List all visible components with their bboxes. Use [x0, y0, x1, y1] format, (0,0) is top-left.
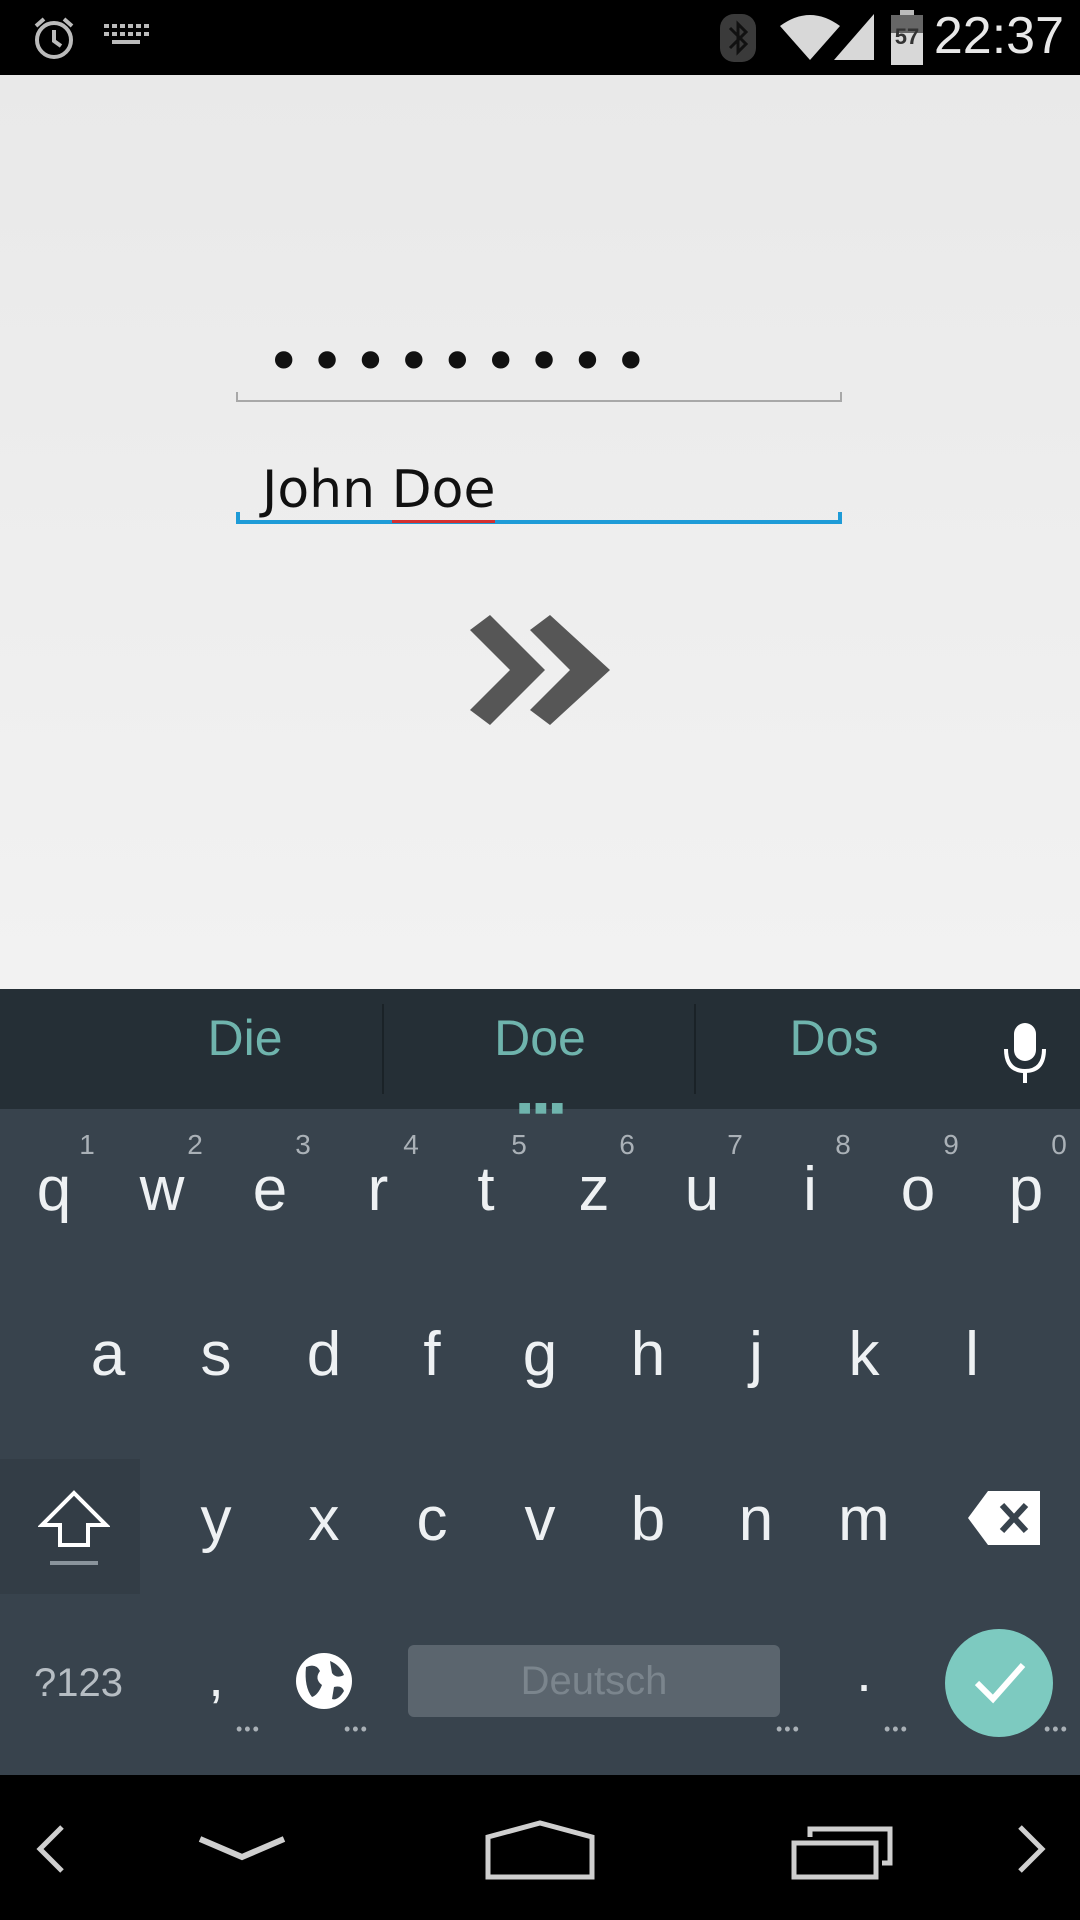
- signal-icon: [834, 14, 874, 60]
- battery-level: 57: [894, 24, 920, 49]
- key-h[interactable]: h: [594, 1319, 702, 1390]
- soft-keyboard: Die Doe Dos ■■■ 1 2 3 4 5 6 7 8 9 0 q w …: [0, 989, 1080, 1775]
- key-i[interactable]: i: [756, 1154, 864, 1225]
- key-comma[interactable]: ,: [162, 1644, 270, 1709]
- globe-icon[interactable]: [294, 1651, 354, 1711]
- back-icon[interactable]: [196, 1831, 288, 1867]
- more-dots: •••: [776, 1719, 801, 1739]
- key-w[interactable]: w: [108, 1154, 216, 1225]
- key-s[interactable]: s: [162, 1319, 270, 1390]
- microphone-icon[interactable]: [1000, 1021, 1050, 1085]
- key-y[interactable]: y: [162, 1484, 270, 1555]
- suggestion-1[interactable]: Die: [145, 1009, 345, 1067]
- key-d[interactable]: d: [270, 1319, 378, 1390]
- key-b[interactable]: b: [594, 1484, 702, 1555]
- checkmark-icon: [974, 1663, 1026, 1704]
- status-bar: 57 22:37: [0, 0, 1080, 75]
- chevron-right-icon[interactable]: [1012, 1823, 1052, 1875]
- key-e[interactable]: e: [216, 1154, 324, 1225]
- name-field[interactable]: John Doe: [236, 450, 842, 524]
- double-chevron-right-icon[interactable]: [460, 605, 620, 755]
- key-u[interactable]: u: [648, 1154, 756, 1225]
- login-screen: ••••••••• John Doe: [0, 75, 1080, 989]
- key-f[interactable]: f: [378, 1319, 486, 1390]
- suggestion-divider: [382, 1004, 384, 1094]
- enter-key[interactable]: [945, 1629, 1053, 1737]
- suggestion-strip: Die Doe Dos ■■■: [0, 989, 1080, 1120]
- more-dots: •••: [884, 1719, 909, 1739]
- symbols-key[interactable]: ?123: [34, 1661, 123, 1706]
- key-q[interactable]: q: [0, 1154, 108, 1225]
- key-x[interactable]: x: [270, 1484, 378, 1555]
- more-dots: •••: [344, 1719, 369, 1739]
- key-c[interactable]: c: [378, 1484, 486, 1555]
- key-v[interactable]: v: [486, 1484, 594, 1555]
- clock: 22:37: [933, 7, 1064, 65]
- key-j[interactable]: j: [702, 1319, 810, 1390]
- key-g[interactable]: g: [486, 1319, 594, 1390]
- suggestion-2[interactable]: Doe: [440, 1009, 640, 1067]
- navigation-bar: [0, 1775, 1080, 1920]
- key-t[interactable]: t: [432, 1154, 540, 1225]
- more-dots: •••: [1044, 1719, 1069, 1739]
- password-value: •••••••••: [266, 327, 657, 397]
- suggestion-more-dots: ■■■: [518, 1095, 567, 1120]
- name-first-word: John: [262, 460, 392, 520]
- space-bar[interactable]: Deutsch: [408, 1645, 780, 1717]
- shift-key[interactable]: [0, 1459, 140, 1594]
- password-field[interactable]: •••••••••: [236, 332, 842, 402]
- key-m[interactable]: m: [810, 1484, 918, 1555]
- keyboard-icon: [104, 24, 149, 44]
- key-p[interactable]: p: [972, 1154, 1080, 1225]
- home-icon[interactable]: [484, 1819, 596, 1881]
- backspace-icon[interactable]: [966, 1489, 1042, 1547]
- key-k[interactable]: k: [810, 1319, 918, 1390]
- key-l[interactable]: l: [918, 1319, 1026, 1390]
- name-misspelled-word: Doe: [391, 460, 496, 523]
- suggestion-divider: [694, 1004, 696, 1094]
- bluetooth-icon: [720, 14, 756, 62]
- key-o[interactable]: o: [864, 1154, 972, 1225]
- key-r[interactable]: r: [324, 1154, 432, 1225]
- alarm-icon: [34, 17, 74, 59]
- shift-icon: [38, 1490, 110, 1565]
- key-z[interactable]: z: [540, 1154, 648, 1225]
- key-period[interactable]: .: [810, 1639, 918, 1704]
- chevron-left-icon[interactable]: [30, 1823, 70, 1875]
- more-dots: •••: [236, 1719, 261, 1739]
- suggestion-3[interactable]: Dos: [734, 1009, 934, 1067]
- name-value: John Doe: [262, 460, 496, 523]
- recent-apps-icon[interactable]: [790, 1825, 896, 1881]
- key-a[interactable]: a: [54, 1319, 162, 1390]
- key-n[interactable]: n: [702, 1484, 810, 1555]
